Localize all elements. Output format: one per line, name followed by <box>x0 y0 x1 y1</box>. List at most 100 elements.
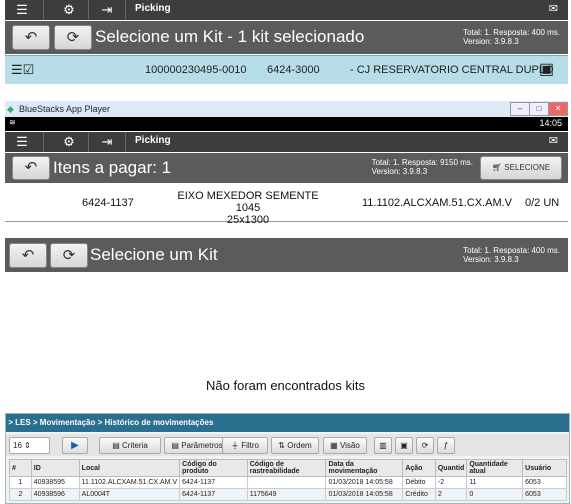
box-icon[interactable]: ▣ <box>539 59 554 79</box>
gear-icon[interactable]: ⚙ <box>60 2 78 18</box>
table-cell: 40938595 <box>30 476 80 489</box>
column-header[interactable]: Local <box>78 459 181 477</box>
table-cell: 01/03/2018 14:05:58 <box>325 476 404 489</box>
filter-icon: ⏚ <box>230 441 239 450</box>
table-cell: AL0004T <box>78 488 181 501</box>
params-button[interactable]: ▤ Parâmetros <box>164 437 230 454</box>
table-row[interactable]: 2 40938596 AL0004T 6424-1137 1175649 01/03/20… <box>9 488 567 501</box>
table-header-row: # ID Local Código do produto Código de rastr… <box>9 459 567 477</box>
column-header[interactable]: Ação <box>402 459 436 477</box>
page-title: Selecione um Kit <box>90 245 218 264</box>
back-button[interactable]: ↶ <box>12 25 50 50</box>
table-row[interactable]: 1 40938595 11.1102.ALCXAM.51.CX.AM.V 6424-1… <box>9 476 567 489</box>
refresh-button[interactable]: ⟳ <box>50 243 88 268</box>
params-icon: ▤ <box>171 441 179 450</box>
table-cell: 2 <box>434 488 468 501</box>
refresh-icon: ⟳ <box>66 29 80 46</box>
wifi-icon: ≋ <box>9 118 16 127</box>
save-button[interactable]: ▣ <box>395 437 413 454</box>
view-button[interactable]: ▦ Visão <box>323 437 367 454</box>
column-header[interactable]: Quantid <box>434 459 468 477</box>
table-cell: 11.1102.ALCXAM.51.CX.AM.V <box>78 476 181 489</box>
close-button[interactable]: ✕ <box>548 102 568 116</box>
table-cell: 1175649 <box>246 488 327 501</box>
toolbar: 16 ⇕ ▶ ▤ Criteria ▤ Parâmetros ⏚ Filtro … <box>6 434 569 456</box>
movements-table: # ID Local Código do produto Código de rastr… <box>9 459 567 501</box>
item-row[interactable]: 6424-1137 EIXO MEXEDOR SEMENTE 1045 25x1… <box>5 183 568 226</box>
window-title: BlueStacks App Player <box>19 104 111 114</box>
column-header[interactable]: ID <box>30 459 80 477</box>
table-cell: 40938596 <box>30 488 80 501</box>
app-title: Picking <box>135 3 171 14</box>
back-icon: ↶ <box>21 247 35 264</box>
item-location: 11.1102.ALCXAM.51.CX.AM.V <box>362 197 512 209</box>
table-cell: 0 <box>466 488 524 501</box>
order-button[interactable]: ⇅ Ordem <box>271 437 319 454</box>
table-cell: 1 <box>9 476 32 489</box>
minimize-button[interactable]: – <box>510 102 530 116</box>
mail-icon[interactable]: ✉ <box>549 2 558 15</box>
sort-icon: ⇅ <box>278 441 285 450</box>
maximize-button[interactable]: □ <box>529 102 549 116</box>
item-quantity: 0/2 UN <box>525 197 560 209</box>
table-cell: -2 <box>434 476 468 489</box>
table-body: 1 40938595 11.1102.ALCXAM.51.CX.AM.V 6424-1… <box>9 476 567 501</box>
bluestacks-logo-icon: ◆ <box>7 104 14 114</box>
mail-icon[interactable]: ✉ <box>549 134 558 147</box>
status-text: Total: 1. Resposta: 400 ms. Version: 3.9.… <box>463 28 560 46</box>
formula-button[interactable]: ƒ <box>437 437 455 454</box>
kit-description: - CJ RESERVATORIO CENTRAL DUPLO <box>350 64 554 76</box>
kit-header: ↶ ⟳ Selecione um Kit - 1 kit selecionado… <box>5 21 568 54</box>
column-header[interactable]: Quantidade atual <box>466 459 524 477</box>
column-header[interactable]: # <box>9 459 32 477</box>
top-app-bar: ☰ ⚙ ⇥ Picking ✉ <box>5 0 568 20</box>
item-description: EIXO MEXEDOR SEMENTE 1045 25x1300 <box>177 190 319 226</box>
column-header[interactable]: Data da movimentação <box>325 459 404 477</box>
table-cell: 6424-1137 <box>179 488 248 501</box>
android-status-bar: ≋ 14:05 <box>5 117 568 131</box>
back-icon: ↶ <box>24 159 38 176</box>
logout-icon[interactable]: ⇥ <box>98 2 116 18</box>
back-icon: ↶ <box>24 29 38 46</box>
view-icon: ▦ <box>330 441 338 450</box>
filter-button[interactable]: ⏚ Filtro <box>222 437 268 454</box>
play-button[interactable]: ▶ <box>62 437 88 454</box>
refresh-icon: ⟳ <box>62 247 76 264</box>
menu-icon[interactable]: ☰ <box>13 134 31 150</box>
page-size-stepper[interactable]: 16 ⇕ <box>9 437 50 454</box>
status-text: Total: 1. Resposta: 400 ms. Version: 3.9.… <box>463 246 560 264</box>
back-button[interactable]: ↶ <box>12 156 50 180</box>
column-header[interactable]: Código do produto <box>179 459 248 477</box>
menu-icon[interactable]: ☰ <box>13 2 31 18</box>
select-button[interactable]: 🛒︎ SELECIONE <box>480 156 562 180</box>
page-title: Selecione um Kit - 1 kit selecionado <box>95 27 365 46</box>
export-icon: ▥ <box>379 441 387 450</box>
gear-icon[interactable]: ⚙ <box>60 134 78 150</box>
back-button[interactable]: ↶ <box>9 243 47 268</box>
kit-ref: 6424-3000 <box>267 64 320 76</box>
criteria-button[interactable]: ▤ Criteria <box>99 437 161 454</box>
list-check-icon[interactable]: ☰☑ <box>11 62 34 78</box>
refresh-icon: ⟳ <box>421 441 429 450</box>
table-cell: Débito <box>402 476 436 489</box>
export-button[interactable]: ▥ <box>374 437 392 454</box>
save-icon: ▣ <box>400 441 408 450</box>
criteria-icon: ▤ <box>112 441 120 450</box>
table-cell: 01/03/2018 14:05:58 <box>325 488 404 501</box>
kit-row-selected[interactable]: ☰☑ 100000230495-0010 6424-3000 - CJ RESE… <box>5 55 568 84</box>
clock: 14:05 <box>539 118 562 128</box>
window-titlebar: ◆ BlueStacks App Player – □ ✕ <box>5 101 568 118</box>
column-header[interactable]: Código de rastreabilidade <box>246 459 327 477</box>
table-cell: Crédito <box>402 488 436 501</box>
refresh-button[interactable]: ⟳ <box>54 25 92 50</box>
breadcrumb: > LES > Movimentação > Histórico de movi… <box>6 414 569 432</box>
les-history-window: > LES > Movimentação > Histórico de movi… <box>5 413 570 504</box>
refresh-button[interactable]: ⟳ <box>416 437 434 454</box>
kit-header-empty: ↶ ⟳ Selecione um Kit Total: 1. Resposta:… <box>5 238 568 272</box>
empty-state-message: Não foram encontrados kits <box>206 378 365 393</box>
table-cell: 6053 <box>522 488 567 501</box>
column-header[interactable]: Usuário <box>522 459 567 477</box>
table-cell: 2 <box>9 488 32 501</box>
play-icon: ▶ <box>71 440 79 451</box>
logout-icon[interactable]: ⇥ <box>98 134 116 150</box>
